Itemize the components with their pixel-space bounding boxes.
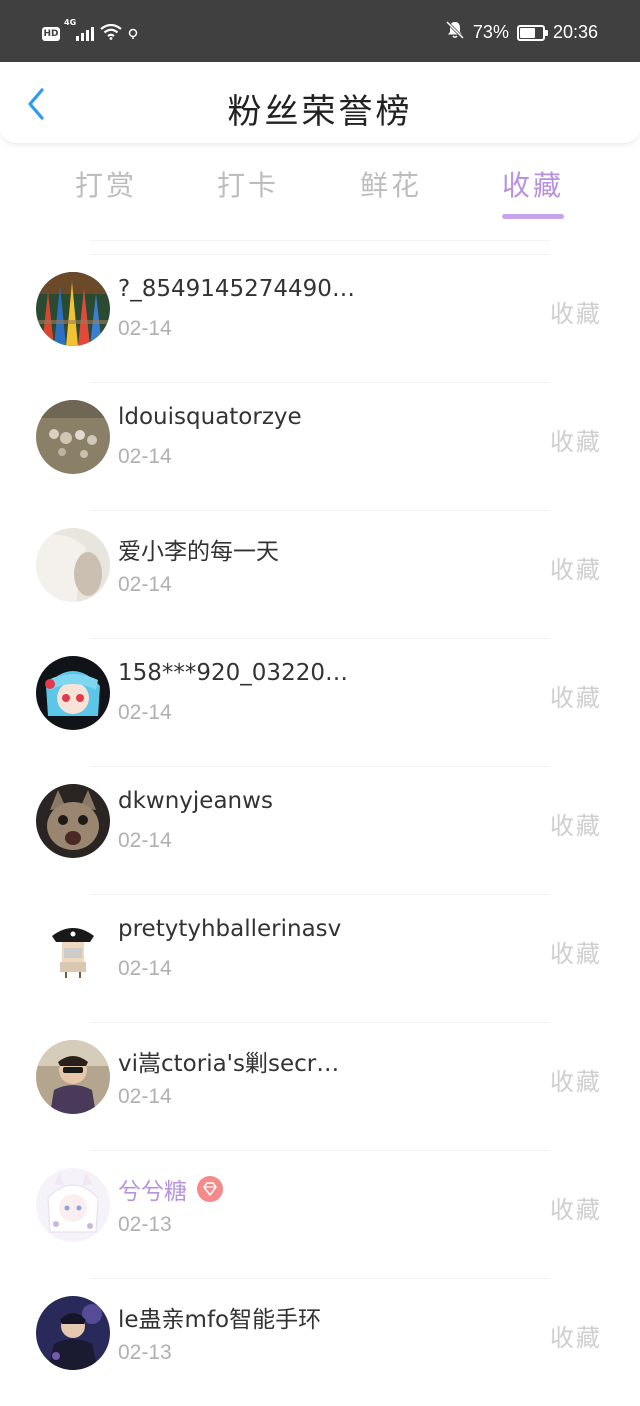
tab-favorites[interactable]: 收藏 [473, 164, 593, 204]
avatar[interactable] [36, 656, 110, 730]
favorite-label: 收藏 [550, 300, 602, 328]
avatar[interactable] [36, 528, 110, 602]
favorite-label: 收藏 [550, 684, 602, 712]
favorite-label: 收藏 [550, 1068, 602, 1096]
fan-date: 02-14 [118, 829, 172, 852]
list-item[interactable]: ?_8549145274490… 02-14 收藏 [0, 254, 640, 382]
bell-muted-icon [445, 20, 465, 45]
status-left: HD 4G [42, 18, 138, 44]
list-item[interactable]: ldouisquatorzye 02-14 收藏 [0, 382, 640, 510]
fan-name: ldouisquatorzye [118, 404, 302, 430]
fan-date: 02-14 [118, 1085, 172, 1108]
fan-date: 02-13 [118, 1213, 172, 1236]
list-item[interactable]: 爱小李的每一天 02-14 收藏 [0, 510, 640, 638]
avatar[interactable] [36, 272, 110, 346]
favorite-label: 收藏 [550, 1196, 602, 1224]
fan-name: 158***920_03220… [118, 660, 348, 686]
favorite-label: 收藏 [550, 1324, 602, 1352]
fan-date: 02-14 [118, 701, 172, 724]
status-bar: HD 4G 73% 20:36 [0, 0, 640, 62]
tab-checkin[interactable]: 打卡 [188, 164, 308, 204]
favorite-label: 收藏 [550, 940, 602, 968]
avatar[interactable] [36, 784, 110, 858]
tab-flowers[interactable]: 鲜花 [331, 164, 451, 204]
fan-name: 爱小李的每一天 [118, 539, 279, 565]
avatar[interactable] [36, 400, 110, 474]
tab-reward[interactable]: 打赏 [46, 164, 166, 204]
status-right: 73% 20:36 [445, 20, 598, 45]
notification-dot-icon [128, 25, 138, 44]
hd-badge: HD [42, 27, 60, 41]
fan-date: 02-14 [118, 957, 172, 980]
tab-bar: 打赏 打卡 鲜花 收藏 [0, 150, 640, 240]
wifi-icon [100, 23, 122, 44]
fan-name: dkwnyjeanws [118, 788, 273, 814]
battery-percent: 73% [472, 22, 509, 42]
battery-icon [516, 24, 548, 41]
battery-fill [519, 27, 535, 38]
fan-name: vi嵩ctoria's剿secr… [118, 1051, 340, 1077]
clock: 20:36 [552, 22, 598, 42]
list-item[interactable]: dkwnyjeanws 02-14 收藏 [0, 766, 640, 894]
fan-name-text: 兮兮糖 [118, 1179, 187, 1205]
avatar[interactable] [36, 912, 110, 986]
list-item[interactable]: vi嵩ctoria's剿secr… 02-14 收藏 [0, 1022, 640, 1150]
header: 粉丝荣誉榜 [0, 62, 640, 144]
signal-icon: 4G [64, 18, 94, 41]
fan-name: pretytyhballerinasv [118, 916, 342, 942]
divider [90, 240, 550, 241]
fan-name: le蛊亲mfo智能手环 [118, 1307, 322, 1333]
page-title: 粉丝荣誉榜 [227, 92, 413, 132]
list-item[interactable]: pretytyhballerinasv 02-14 收藏 [0, 894, 640, 1022]
fan-date: 02-14 [118, 317, 172, 340]
tab-active-indicator [502, 214, 564, 219]
list-item[interactable]: 158***920_03220… 02-14 收藏 [0, 638, 640, 766]
fan-name: ?_8549145274490… [118, 276, 355, 302]
avatar[interactable] [36, 1040, 110, 1114]
fan-date: 02-14 [118, 445, 172, 468]
avatar[interactable] [36, 1296, 110, 1370]
favorite-label: 收藏 [550, 812, 602, 840]
avatar[interactable] [36, 1168, 110, 1242]
fan-date: 02-14 [118, 573, 172, 596]
list-item[interactable]: 兮兮糖 02-13 收藏 [0, 1150, 640, 1278]
fan-name: 兮兮糖 [118, 1172, 223, 1206]
fan-date: 02-13 [118, 1341, 172, 1364]
favorite-label: 收藏 [550, 556, 602, 584]
favorite-label: 收藏 [550, 428, 602, 456]
network-type: 4G [64, 18, 77, 27]
vip-diamond-icon [197, 1176, 223, 1202]
fan-list: ?_8549145274490… 02-14 收藏 ldouisquatorzy… [0, 254, 640, 1406]
